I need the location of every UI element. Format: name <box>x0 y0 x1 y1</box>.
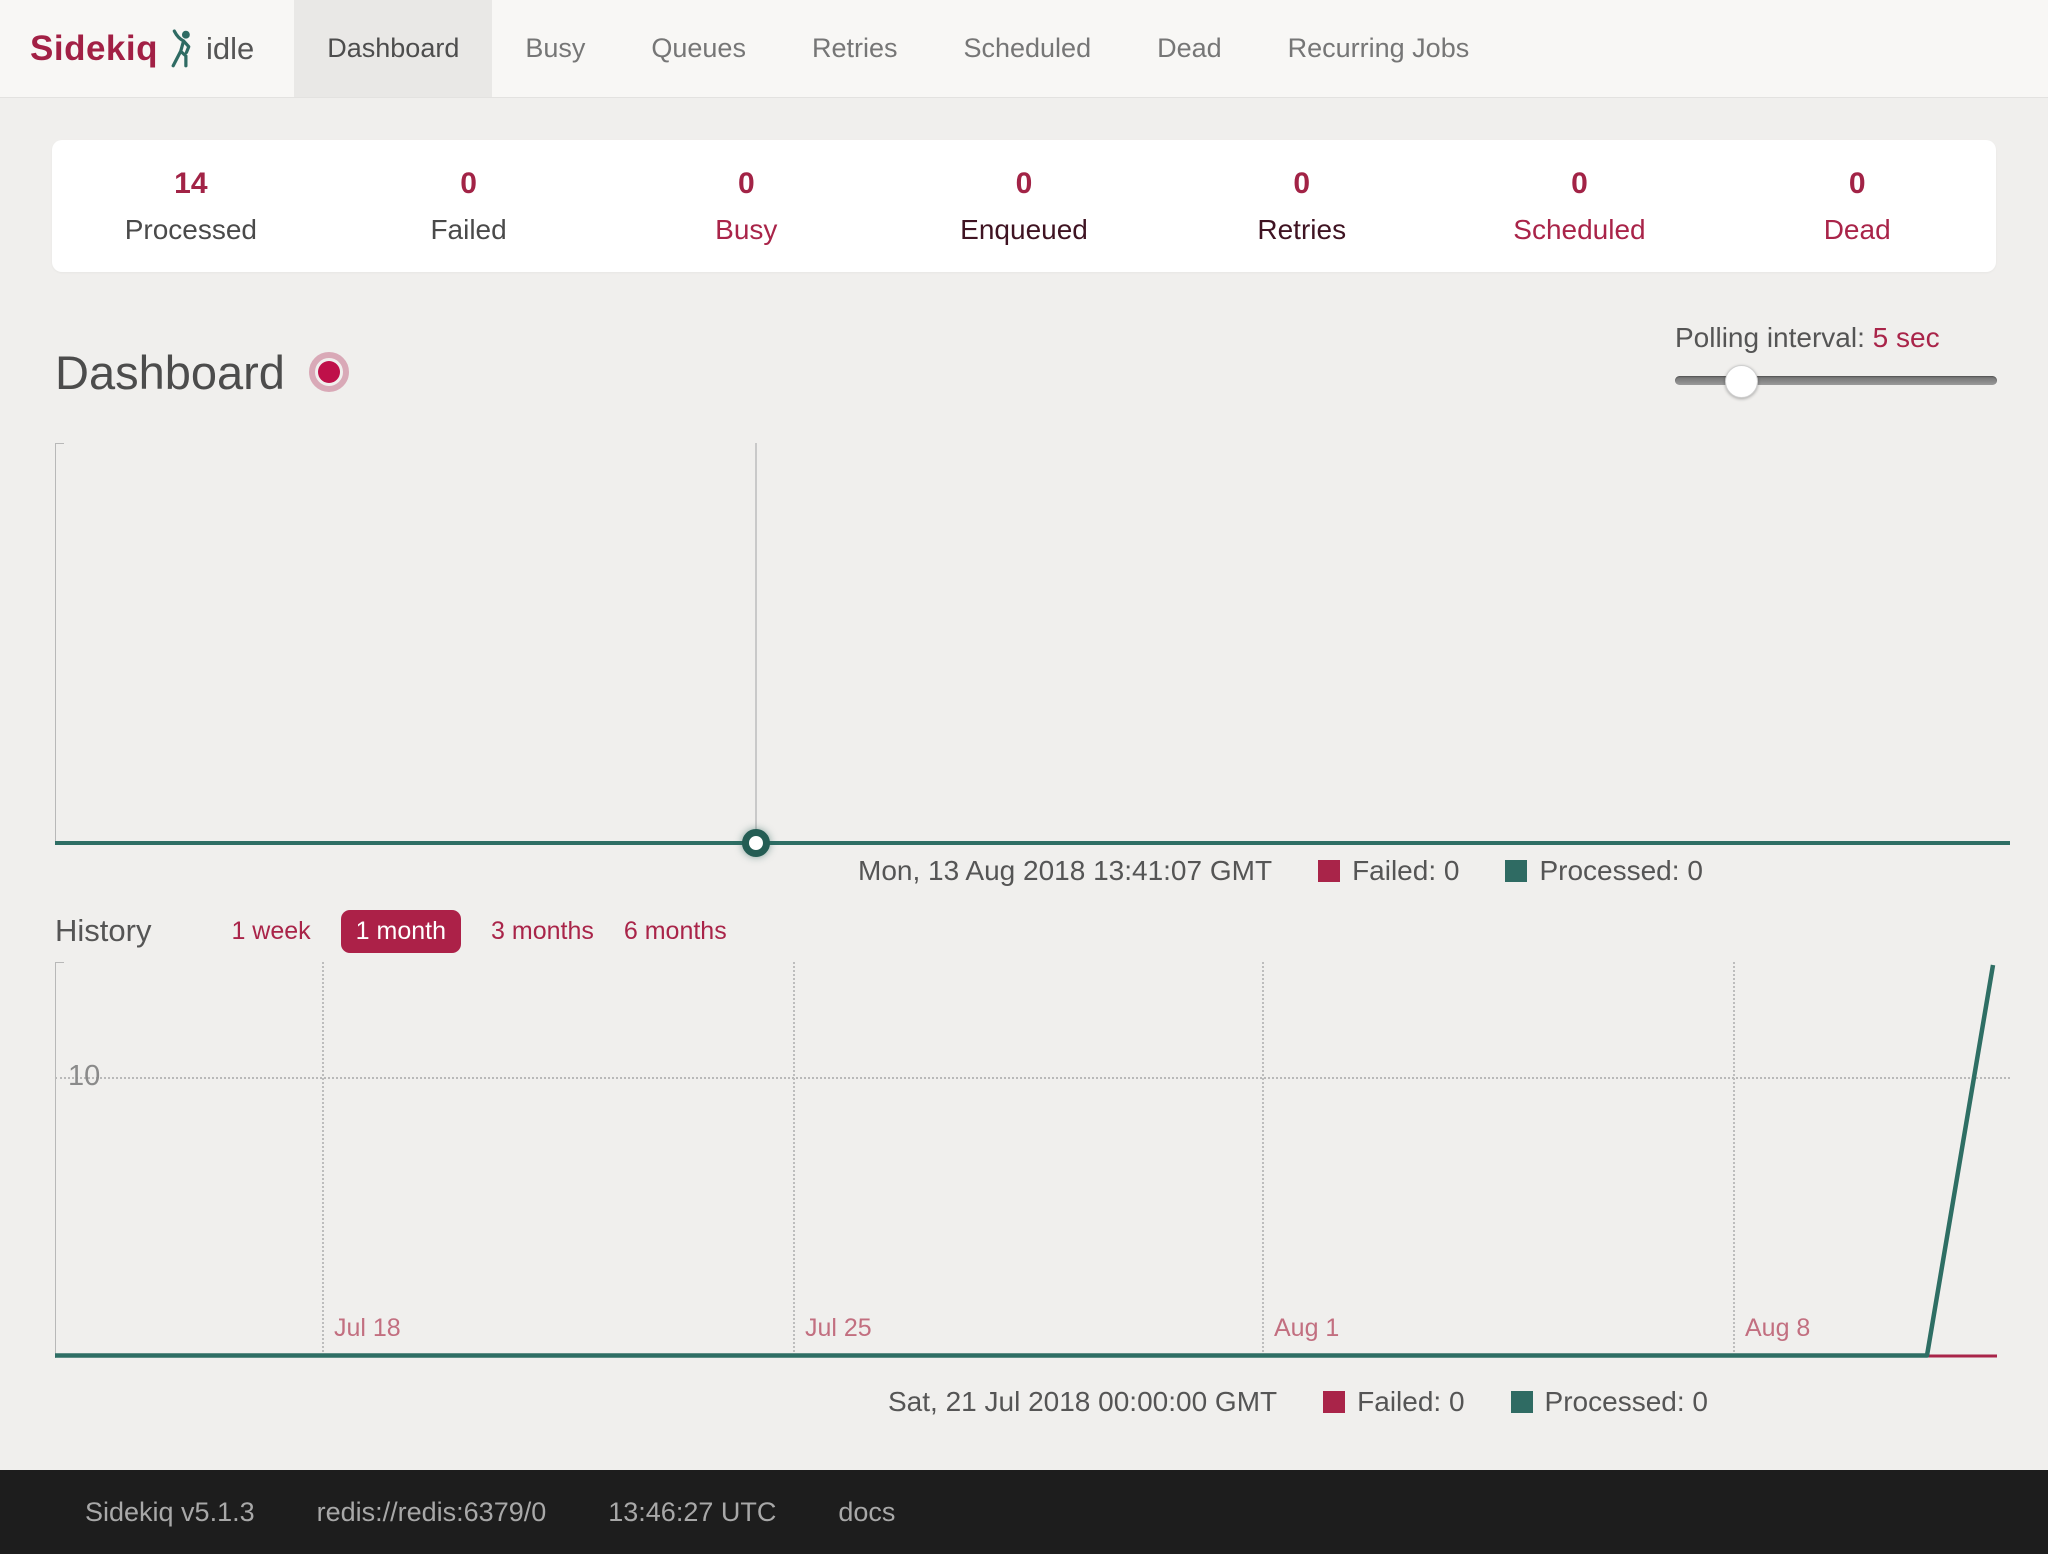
realtime-legend-failed: Failed: 0 <box>1318 855 1459 887</box>
stat-busy-label[interactable]: Busy <box>607 214 885 246</box>
realtime-legend: Mon, 13 Aug 2018 13:41:07 GMT Failed: 0 … <box>858 855 1703 887</box>
tab-recurring-jobs[interactable]: Recurring Jobs <box>1255 0 1503 97</box>
stat-dead-value[interactable]: 0 <box>1718 167 1996 201</box>
history-failed-label: Failed: 0 <box>1357 1386 1464 1418</box>
page-head: Dashboard <box>55 340 349 404</box>
realtime-y-axis <box>55 443 56 845</box>
page-title: Dashboard <box>55 345 285 400</box>
stat-processed-value: 14 <box>52 167 330 201</box>
realtime-legend-processed: Processed: 0 <box>1505 855 1702 887</box>
sidekiq-dashboard-page: Sidekiq idle Dashboard Busy Queues Retri… <box>0 0 2048 1554</box>
hover-point-marker <box>742 829 770 857</box>
realtime-hover-timestamp: Mon, 13 Aug 2018 13:41:07 GMT <box>858 855 1272 887</box>
realtime-failed-label: Failed: 0 <box>1352 855 1459 887</box>
history-range-buttons: 1 week 1 month 3 months 6 months <box>231 910 726 953</box>
realtime-processed-label: Processed: 0 <box>1539 855 1702 887</box>
polling-slider-track[interactable] <box>1675 376 1997 385</box>
nav-tabs: Dashboard Busy Queues Retries Scheduled … <box>294 0 1502 97</box>
realtime-chart[interactable] <box>55 443 2010 845</box>
history-legend-failed: Failed: 0 <box>1323 1386 1464 1418</box>
footer-redis-url: redis://redis:6379/0 <box>317 1497 547 1528</box>
processed-series-line <box>55 841 2010 845</box>
stat-dead-label[interactable]: Dead <box>1718 214 1996 246</box>
range-6-months[interactable]: 6 months <box>624 917 727 946</box>
stat-retries-label[interactable]: Retries <box>1163 214 1441 246</box>
polling-interval-label: Polling interval: <box>1675 322 1865 353</box>
tab-queues[interactable]: Queues <box>618 0 779 97</box>
history-start-timestamp: Sat, 21 Jul 2018 00:00:00 GMT <box>888 1386 1277 1418</box>
sidekiq-logo-text[interactable]: Sidekiq <box>30 29 158 69</box>
stat-dead[interactable]: 0 Dead <box>1718 167 1996 246</box>
stat-retries[interactable]: 0 Retries <box>1163 167 1441 246</box>
history-legend-processed: Processed: 0 <box>1511 1386 1708 1418</box>
history-title: History <box>55 913 151 949</box>
processed-swatch-icon <box>1505 860 1527 882</box>
stat-processed-label: Processed <box>52 214 330 246</box>
stat-retries-value[interactable]: 0 <box>1163 167 1441 201</box>
tab-dashboard[interactable]: Dashboard <box>294 0 492 97</box>
live-beacon-dot <box>318 361 340 383</box>
tab-dead[interactable]: Dead <box>1124 0 1255 97</box>
stat-failed: 0 Failed <box>330 167 608 246</box>
footer-bar: Sidekiq v5.1.3 redis://redis:6379/0 13:4… <box>0 1470 2048 1554</box>
footer-version: Sidekiq v5.1.3 <box>85 1497 255 1528</box>
history-chart[interactable]: 10 Jul 18 Jul 25 Aug 1 Aug 8 <box>55 962 2010 1358</box>
hover-cursor-line <box>755 443 757 843</box>
tab-busy[interactable]: Busy <box>492 0 618 97</box>
range-1-week[interactable]: 1 week <box>231 917 310 946</box>
stat-failed-value: 0 <box>330 167 608 201</box>
range-1-month[interactable]: 1 month <box>341 910 461 953</box>
history-head: History 1 week 1 month 3 months 6 months <box>55 905 727 957</box>
brand[interactable]: Sidekiq idle <box>0 0 294 97</box>
stat-processed: 14 Processed <box>52 167 330 246</box>
stat-enqueued-label[interactable]: Enqueued <box>885 214 1163 246</box>
top-nav: Sidekiq idle Dashboard Busy Queues Retri… <box>0 0 2048 98</box>
stat-scheduled-label[interactable]: Scheduled <box>1441 214 1719 246</box>
polling-interval-value[interactable]: 5 sec <box>1873 322 1940 353</box>
status-text: idle <box>206 31 254 67</box>
stats-summary-card: 14 Processed 0 Failed 0 Busy 0 Enqueued … <box>52 140 1996 272</box>
tab-retries[interactable]: Retries <box>779 0 931 97</box>
stat-scheduled[interactable]: 0 Scheduled <box>1441 167 1719 246</box>
footer-docs-link[interactable]: docs <box>838 1497 895 1528</box>
footer-time: 13:46:27 UTC <box>608 1497 776 1528</box>
failed-swatch-icon <box>1323 1391 1345 1413</box>
stat-busy[interactable]: 0 Busy <box>607 167 885 246</box>
stat-enqueued-value[interactable]: 0 <box>885 167 1163 201</box>
range-3-months[interactable]: 3 months <box>491 917 594 946</box>
failed-swatch-icon <box>1318 860 1340 882</box>
history-legend: Sat, 21 Jul 2018 00:00:00 GMT Failed: 0 … <box>888 1386 1708 1418</box>
processed-swatch-icon <box>1511 1391 1533 1413</box>
polling-slider-thumb[interactable] <box>1725 365 1758 398</box>
history-series-lines <box>55 962 2010 1358</box>
polling-control: Polling interval: 5 sec <box>1675 322 1997 385</box>
history-processed-label: Processed: 0 <box>1545 1386 1708 1418</box>
live-beacon-icon <box>309 352 349 392</box>
tab-scheduled[interactable]: Scheduled <box>930 0 1124 97</box>
stat-scheduled-value[interactable]: 0 <box>1441 167 1719 201</box>
stat-busy-value[interactable]: 0 <box>607 167 885 201</box>
sidekiq-runner-icon <box>168 28 198 70</box>
stat-failed-label: Failed <box>330 214 608 246</box>
stat-enqueued[interactable]: 0 Enqueued <box>885 167 1163 246</box>
